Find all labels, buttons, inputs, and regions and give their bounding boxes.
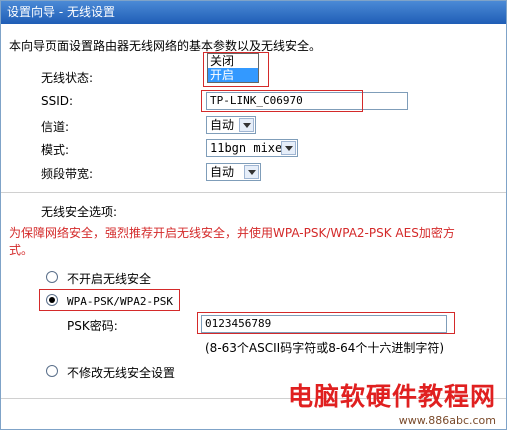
wireless-status-label: 无线状态: (41, 71, 94, 85)
highlight-box-wpa (39, 289, 180, 311)
radio-keep-security-label: 不修改无线安全设置 (67, 366, 176, 380)
psk-hint: (8-63个ASCII码字符或8-64个十六进制字符) (205, 341, 445, 355)
wizard-window: 设置向导 - 无线设置 本向导页面设置路由器无线网络的基本参数以及无线安全。 无… (0, 0, 507, 430)
chevron-down-icon (244, 165, 259, 179)
highlight-box-ssid (201, 90, 363, 112)
intro-text: 本向导页面设置路由器无线网络的基本参数以及无线安全。 (9, 39, 322, 53)
channel-label: 信道: (41, 120, 70, 134)
bandwidth-select[interactable]: 自动 (206, 163, 261, 181)
watermark-url: www.886abc.com (398, 414, 496, 427)
radio-no-security[interactable] (46, 271, 58, 283)
page-title: 设置向导 - 无线设置 (1, 1, 506, 24)
security-heading: 无线安全选项: (41, 205, 118, 219)
mode-select[interactable]: 11bgn mixed (206, 139, 298, 157)
divider (1, 192, 506, 193)
psk-label: PSK密码: (67, 319, 118, 333)
channel-select[interactable]: 自动 (206, 116, 256, 134)
highlight-box-psk (197, 312, 455, 334)
bandwidth-select-value: 自动 (210, 165, 235, 179)
channel-select-value: 自动 (210, 118, 235, 132)
security-warning-line2: 式。 (9, 243, 34, 257)
mode-select-value: 11bgn mixed (210, 141, 290, 155)
ssid-label: SSID: (41, 94, 74, 108)
security-warning-line1: 为保障网络安全，强烈推荐开启无线安全，并使用WPA-PSK/WPA2-PSK A… (9, 226, 455, 240)
chevron-down-icon (281, 141, 296, 155)
radio-no-security-label: 不开启无线安全 (67, 272, 152, 286)
radio-keep-security[interactable] (46, 365, 58, 377)
highlight-box-status (203, 52, 269, 87)
watermark-text: 电脑软硬件教程网 (287, 382, 496, 411)
bandwidth-label: 频段带宽: (41, 167, 94, 181)
mode-label: 模式: (41, 143, 70, 157)
chevron-down-icon (239, 118, 254, 132)
